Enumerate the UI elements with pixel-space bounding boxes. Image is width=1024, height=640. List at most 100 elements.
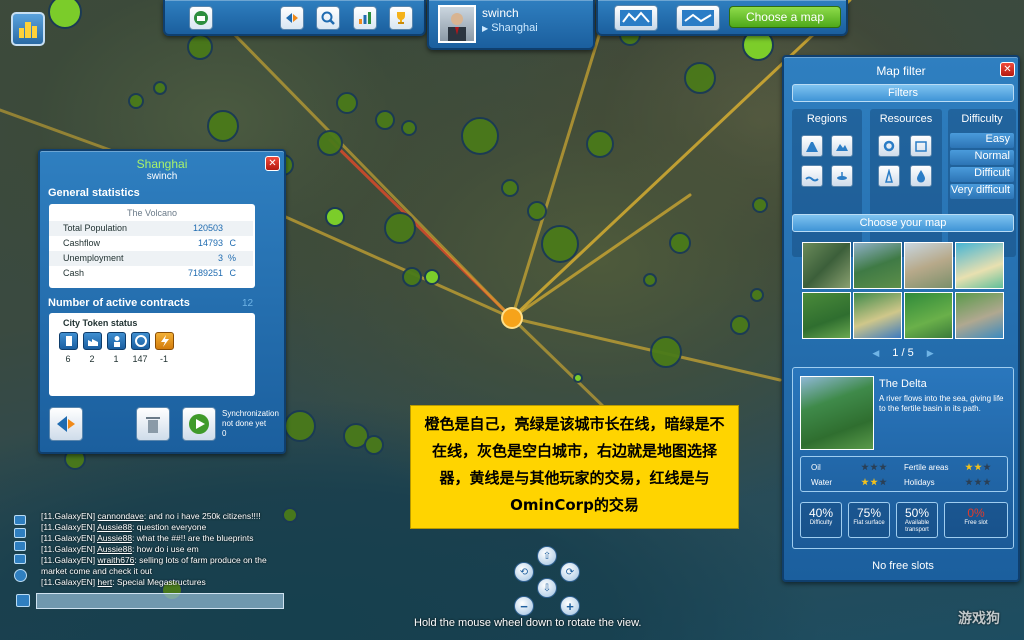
chat-bubble-icon[interactable] (16, 594, 30, 607)
player-city-marker[interactable] (501, 307, 523, 329)
resource-filter-land[interactable] (910, 135, 932, 157)
chat-scroll-down[interactable] (14, 554, 26, 564)
city-marker[interactable] (586, 130, 614, 158)
resource-filter-ore[interactable] (878, 135, 900, 157)
city-marker[interactable] (461, 117, 499, 155)
city-marker[interactable] (153, 81, 167, 95)
rotate-left-button[interactable]: ⟲ (514, 562, 534, 582)
prev-page-button[interactable]: ◀ (872, 348, 879, 358)
city-marker[interactable] (684, 62, 716, 94)
filters-bar[interactable]: Filters (792, 84, 1014, 102)
chat-scroll-up[interactable] (14, 515, 26, 525)
city-marker[interactable] (752, 197, 768, 213)
zoom-out-button[interactable]: − (514, 596, 534, 616)
city-marker[interactable] (730, 315, 750, 335)
resource-filter-water[interactable] (910, 165, 932, 187)
city-marker[interactable] (650, 336, 682, 368)
city-marker[interactable] (541, 225, 579, 263)
map-thumbnail[interactable] (955, 292, 1004, 339)
city-marker[interactable] (187, 34, 213, 60)
city-marker[interactable] (282, 507, 298, 523)
chat-username[interactable]: hert (98, 577, 113, 587)
map-thumbnail[interactable] (853, 242, 902, 289)
city-marker[interactable] (384, 212, 416, 244)
chat-username[interactable]: cannondave (98, 511, 144, 521)
map-thumbnail[interactable] (904, 292, 953, 339)
token-building[interactable] (59, 332, 78, 350)
chat-tab[interactable] (14, 528, 26, 538)
zoom-in-button[interactable]: + (560, 596, 580, 616)
ranking-button[interactable] (389, 6, 413, 30)
chat-username[interactable]: wraith676 (98, 555, 135, 565)
region-view-button[interactable] (676, 5, 720, 31)
trade-button[interactable] (280, 6, 304, 30)
city-marker[interactable] (207, 110, 239, 142)
rotate-right-button[interactable]: ⟳ (560, 562, 580, 582)
rating-stars (965, 463, 992, 473)
world-view-button[interactable] (614, 5, 658, 31)
region-filter-coast[interactable] (801, 165, 823, 187)
oil-rig-icon (885, 169, 893, 183)
region-filter-mountain[interactable] (831, 135, 853, 157)
difficulty-very-difficult[interactable]: Very difficult (950, 184, 1014, 199)
city-marker[interactable] (501, 179, 519, 197)
city-marker[interactable] (573, 373, 583, 383)
map-thumbnail[interactable] (802, 242, 851, 289)
city-marker[interactable] (48, 0, 82, 29)
city-marker[interactable] (325, 207, 345, 227)
difficulty-difficult[interactable]: Difficult (950, 167, 1014, 182)
token-credit[interactable] (131, 332, 150, 350)
city-marker[interactable] (424, 269, 440, 285)
choose-map-button[interactable]: Choose a map (729, 6, 841, 28)
close-button[interactable]: ✕ (265, 156, 280, 171)
chat-input[interactable] (36, 593, 284, 609)
plus-icon: + (566, 598, 574, 614)
token-factory[interactable] (83, 332, 102, 350)
difficulty-easy[interactable]: Easy (950, 133, 1014, 148)
chat-username[interactable]: Aussie88 (97, 544, 132, 554)
city-marker[interactable] (128, 93, 144, 109)
region-filter-volcano[interactable] (801, 135, 823, 157)
token-energy[interactable] (155, 332, 174, 350)
map-thumbnail[interactable] (853, 292, 902, 339)
region-filter-island[interactable] (831, 165, 853, 187)
selected-map-description: A river flows into the sea, giving life … (879, 394, 1004, 413)
chat-tab[interactable] (14, 541, 26, 551)
statistics-button[interactable] (353, 6, 377, 30)
chat-username[interactable]: Aussie88 (97, 522, 132, 532)
back-button[interactable] (49, 407, 83, 441)
main-menu-button[interactable] (11, 12, 45, 46)
stat-tile: 40% Difficulty (800, 502, 842, 538)
chat-username[interactable]: Aussie88 (97, 533, 132, 543)
next-page-button[interactable]: ▶ (927, 348, 934, 358)
difficulty-normal[interactable]: Normal (950, 150, 1014, 165)
camera-up-button[interactable]: ⇧ (537, 546, 557, 566)
city-marker[interactable] (375, 110, 395, 130)
city-marker[interactable] (364, 435, 384, 455)
city-marker[interactable] (750, 288, 764, 302)
play-button[interactable] (182, 407, 216, 441)
city-marker[interactable] (401, 120, 417, 136)
map-thumbnail[interactable] (802, 292, 851, 339)
map-thumbnail[interactable] (904, 242, 953, 289)
camera-down-button[interactable]: ⇩ (537, 578, 557, 598)
city-marker[interactable] (336, 92, 358, 114)
city-marker[interactable] (317, 130, 343, 156)
close-button[interactable]: ✕ (1000, 62, 1015, 77)
map-thumbnail[interactable] (955, 242, 1004, 289)
city-button[interactable] (189, 6, 213, 30)
token-worker[interactable] (107, 332, 126, 350)
player-city-link[interactable]: ▶ Shanghai (482, 22, 538, 34)
city-hall-icon (194, 11, 208, 25)
globe-icon[interactable] (14, 569, 27, 582)
search-button[interactable] (316, 6, 340, 30)
city-marker[interactable] (402, 267, 422, 287)
city-marker[interactable] (643, 273, 657, 287)
city-marker[interactable] (527, 201, 547, 221)
city-marker[interactable] (284, 410, 316, 442)
avatar[interactable] (438, 5, 476, 43)
general-stats-heading: General statistics (48, 187, 140, 199)
city-marker[interactable] (669, 232, 691, 254)
delete-button[interactable] (136, 407, 170, 441)
resource-filter-oil[interactable] (878, 165, 900, 187)
